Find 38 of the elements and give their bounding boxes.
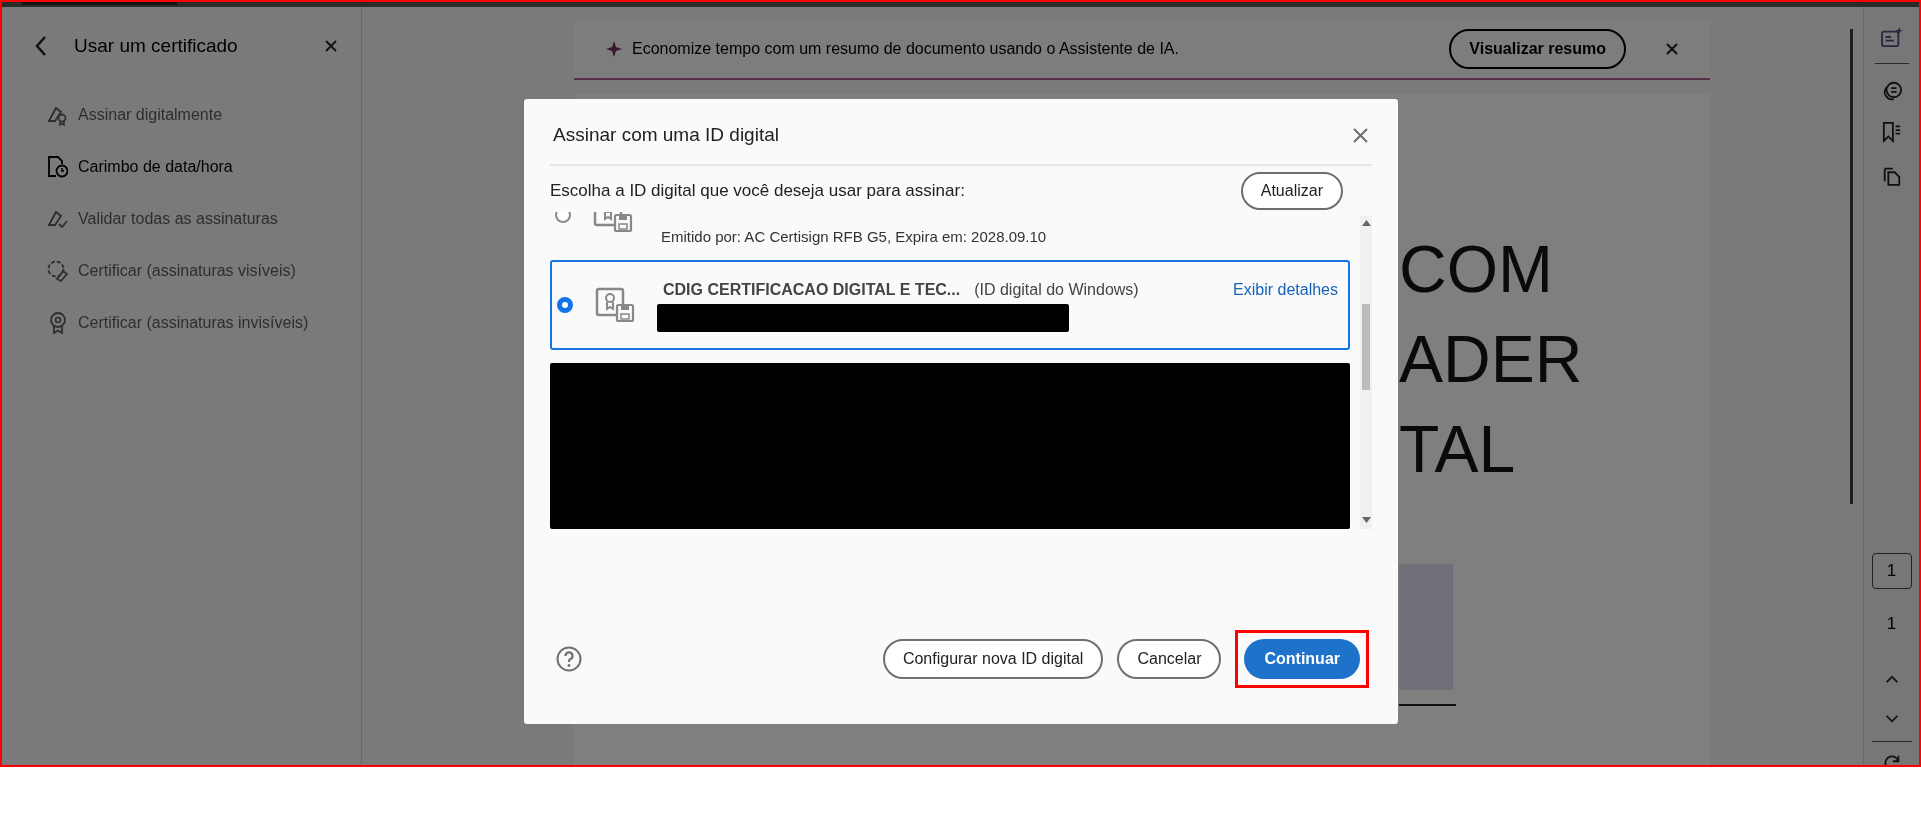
help-icon[interactable] xyxy=(556,646,582,672)
dialog-title: Assinar com uma ID digital xyxy=(553,123,779,148)
certificate-type: (ID digital do Windows) xyxy=(974,280,1139,300)
continue-button[interactable]: Continuar xyxy=(1244,639,1360,679)
close-icon[interactable] xyxy=(325,40,337,52)
banner-text: Economize tempo com um resumo de documento usando o Assistente de IA. xyxy=(632,39,1179,59)
view-summary-button[interactable]: Visualizar resumo xyxy=(1449,29,1626,69)
chevron-down-icon[interactable] xyxy=(1884,715,1899,724)
document-heading-text: ADER xyxy=(1399,324,1584,394)
document-heading-text: TAL xyxy=(1399,414,1517,484)
issuer-text: Emitido por: AC Certisign RFB G5, Expira em: 2028.09.10 xyxy=(661,228,1047,245)
document-clock-icon xyxy=(46,155,68,179)
certificate-card[interactable]: CDIG CERTIFICACAO DIGITAL E TEC... (ID digital do Windows) Exibir detalhes xyxy=(550,260,1350,350)
certificate-icon xyxy=(595,287,635,323)
close-icon[interactable] xyxy=(1353,128,1368,143)
page-count: 1 xyxy=(1886,613,1897,636)
cancel-button[interactable]: Cancelar xyxy=(1117,639,1222,679)
sparkle-icon xyxy=(606,41,622,57)
chevron-up-icon[interactable] xyxy=(1884,674,1899,684)
scroll-down-icon[interactable] xyxy=(1361,517,1371,523)
refresh-button[interactable]: Atualizar xyxy=(1240,172,1343,210)
configure-id-button[interactable]: Configurar nova ID digital xyxy=(882,639,1104,679)
scroll-up-icon[interactable] xyxy=(1361,220,1371,226)
prompt-text: Escolha a ID digital que você deseja usar para assinar: xyxy=(550,180,965,203)
badge-pen-icon xyxy=(46,259,68,283)
details-link[interactable]: Exibir detalhes xyxy=(1233,278,1338,302)
scroll-thumb[interactable] xyxy=(1362,304,1370,390)
scrollbar[interactable] xyxy=(1360,216,1372,529)
ai-summary-icon[interactable] xyxy=(1878,27,1905,49)
page-number-field[interactable]: 1 xyxy=(1871,552,1912,590)
back-icon[interactable] xyxy=(34,35,48,57)
scrollbar[interactable] xyxy=(1850,29,1853,504)
sidebar-item[interactable]: Carimbo de data/hora xyxy=(2,141,361,193)
certificate-name: CDIG CERTIFICACAO DIGITAL E TEC... xyxy=(663,280,961,300)
panel-title: Usar um certificado xyxy=(74,33,238,58)
document-heading-text: COM xyxy=(1399,234,1554,304)
close-icon[interactable] xyxy=(1666,43,1678,55)
radio-button[interactable] xyxy=(557,297,573,313)
